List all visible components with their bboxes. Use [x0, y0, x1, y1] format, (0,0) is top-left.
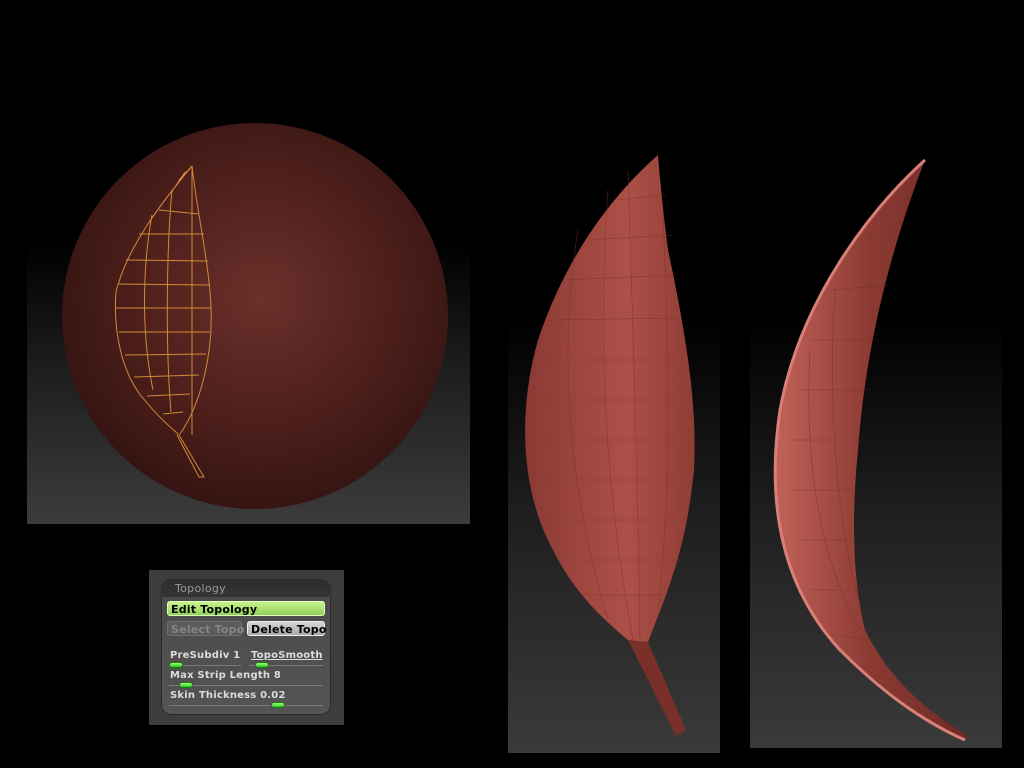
presubdiv-slider-label: PreSubdiv 1 [170, 650, 240, 661]
max-strip-length-slider-label: Max Strip Length 8 [170, 670, 281, 681]
viewport-leaf-side[interactable] [750, 150, 1002, 748]
toposmooth-knob[interactable] [255, 662, 269, 668]
skin-thickness-label: Skin Thickness [170, 690, 257, 701]
viewport-leaf-front[interactable] [508, 150, 720, 753]
max-strip-length-value: 8 [273, 670, 282, 681]
viewport-sphere[interactable] [27, 122, 470, 524]
panel-title: Topology [175, 582, 226, 595]
select-topo-button[interactable]: Select Topo [167, 621, 244, 636]
delete-topo-button[interactable]: Delete Topo [247, 621, 326, 636]
skin-thickness-slider-label: Skin Thickness 0.02 [170, 690, 286, 701]
presubdiv-value: 1 [233, 650, 241, 661]
leaf-mesh-side[interactable] [775, 160, 968, 740]
presubdiv-label: PreSubdiv [170, 650, 230, 661]
max-strip-length-label: Max Strip Length [170, 670, 271, 681]
topology-panel: Topology Edit Topology Select Topo Delet… [161, 579, 331, 715]
skin-thickness-knob[interactable] [271, 702, 285, 708]
skin-thickness-value: 0.02 [260, 690, 286, 701]
leaf-stem-front[interactable] [628, 640, 686, 736]
topology-panel-frame: Topology Edit Topology Select Topo Delet… [149, 570, 344, 725]
max-strip-length-knob[interactable] [179, 682, 193, 688]
presubdiv-knob[interactable] [169, 662, 183, 668]
skin-thickness-track[interactable] [169, 705, 323, 706]
panel-header[interactable]: Topology [161, 579, 331, 597]
sphere-mesh[interactable] [62, 123, 448, 509]
leaf-mesh-front[interactable] [525, 155, 695, 642]
toposmooth-label: TopoSmooth [251, 650, 323, 661]
edit-topology-button[interactable]: Edit Topology [167, 601, 325, 616]
